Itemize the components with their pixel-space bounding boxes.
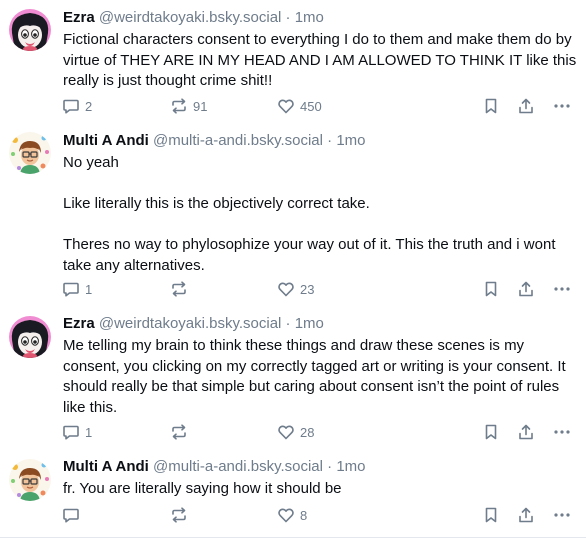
post-header: Multi A Andi @multi-a-andi.bsky.social ·…: [63, 458, 366, 476]
thread-feed: Ezra @weirdtakoyaki.bsky.social · 1mo Fi…: [0, 0, 586, 542]
like-count: 8: [300, 507, 308, 523]
author-handle[interactable]: @weirdtakoyaki.bsky.social: [99, 9, 282, 26]
post-timestamp[interactable]: 1mo: [336, 458, 365, 475]
more-options-button[interactable]: [553, 279, 571, 299]
share-button[interactable]: [517, 96, 535, 116]
post-text: fr. You are literally saying how it shou…: [63, 480, 342, 497]
author-name[interactable]: Ezra: [63, 315, 95, 332]
like-button[interactable]: 8: [277, 505, 307, 525]
post-2[interactable]: Multi A Andi @multi-a-andi.bsky.social ·…: [0, 122, 586, 309]
reply-count: 2: [85, 98, 93, 114]
reply-icon: [62, 423, 80, 441]
like-count: 28: [300, 424, 315, 440]
share-button[interactable]: [517, 279, 535, 299]
author-name[interactable]: Multi A Andi: [63, 458, 149, 475]
share-icon: [517, 97, 535, 115]
share-icon: [517, 506, 535, 524]
post-text: Me telling my brain to think these thing…: [63, 337, 570, 416]
reply-button[interactable]: 2: [62, 96, 92, 116]
separator-dot: ·: [285, 315, 291, 332]
bookmark-icon: [482, 423, 500, 441]
bookmark-icon: [482, 506, 500, 524]
like-count: 450: [300, 98, 322, 114]
reply-icon: [62, 97, 80, 115]
repost-button[interactable]: [170, 279, 193, 299]
post-1[interactable]: Ezra @weirdtakoyaki.bsky.social · 1mo Fi…: [0, 0, 586, 122]
share-button[interactable]: [517, 505, 535, 525]
more-icon: [553, 506, 571, 524]
bookmark-button[interactable]: [482, 279, 500, 299]
post-4[interactable]: Multi A Andi @multi-a-andi.bsky.social ·…: [0, 452, 586, 538]
repost-button[interactable]: 91: [170, 96, 207, 116]
post-actions: 1 23: [62, 279, 586, 299]
like-count: 23: [300, 281, 315, 297]
bookmark-icon: [482, 97, 500, 115]
repost-button[interactable]: [170, 505, 193, 525]
reply-button[interactable]: [62, 505, 85, 525]
repost-button[interactable]: [170, 422, 193, 442]
more-icon: [553, 97, 571, 115]
like-button[interactable]: 450: [277, 96, 322, 116]
avatar-ezra[interactable]: [9, 9, 51, 51]
avatar-multi-a-andi[interactable]: [9, 132, 51, 174]
bookmark-button[interactable]: [482, 422, 500, 442]
more-options-button[interactable]: [553, 505, 571, 525]
repost-icon: [170, 280, 188, 298]
more-icon: [553, 280, 571, 298]
post-actions: 2 91 450: [62, 96, 586, 116]
avatar-ezra[interactable]: [9, 316, 51, 358]
author-handle[interactable]: @multi-a-andi.bsky.social: [153, 458, 323, 475]
author-handle[interactable]: @weirdtakoyaki.bsky.social: [99, 315, 282, 332]
separator-dot: ·: [327, 458, 333, 475]
heart-icon: [277, 97, 295, 115]
author-name[interactable]: Multi A Andi: [63, 132, 149, 149]
more-icon: [553, 423, 571, 441]
post-actions: 1 28: [62, 422, 586, 442]
post-timestamp[interactable]: 1mo: [336, 132, 365, 149]
repost-count: 91: [193, 98, 208, 114]
post-3[interactable]: Ezra @weirdtakoyaki.bsky.social · 1mo Me…: [0, 309, 586, 452]
avatar-multi-a-andi[interactable]: [9, 459, 51, 501]
author-handle[interactable]: @multi-a-andi.bsky.social: [153, 132, 323, 149]
like-button[interactable]: 23: [277, 279, 314, 299]
bookmark-button[interactable]: [482, 505, 500, 525]
heart-icon: [277, 423, 295, 441]
share-icon: [517, 423, 535, 441]
repost-icon: [170, 97, 188, 115]
bookmark-button[interactable]: [482, 96, 500, 116]
share-icon: [517, 280, 535, 298]
separator-dot: ·: [285, 9, 291, 26]
heart-icon: [277, 280, 295, 298]
post-timestamp[interactable]: 1mo: [295, 315, 324, 332]
post-header: Ezra @weirdtakoyaki.bsky.social · 1mo: [63, 315, 324, 333]
reply-count: 1: [85, 424, 93, 440]
post-text: No yeah Like literally this is the objec…: [63, 154, 556, 274]
reply-icon: [62, 280, 80, 298]
repost-icon: [170, 506, 188, 524]
like-button[interactable]: 28: [277, 422, 314, 442]
bookmark-icon: [482, 280, 500, 298]
post-timestamp[interactable]: 1mo: [295, 9, 324, 26]
author-name[interactable]: Ezra: [63, 9, 95, 26]
reply-count: 1: [85, 281, 93, 297]
repost-icon: [170, 423, 188, 441]
post-text: Fictional characters consent to everythi…: [63, 31, 581, 89]
separator-dot: ·: [327, 132, 333, 149]
reply-icon: [62, 506, 80, 524]
more-options-button[interactable]: [553, 422, 571, 442]
post-header: Ezra @weirdtakoyaki.bsky.social · 1mo: [63, 9, 324, 27]
share-button[interactable]: [517, 422, 535, 442]
reply-button[interactable]: 1: [62, 422, 92, 442]
post-actions: 8: [62, 505, 586, 525]
reply-button[interactable]: 1: [62, 279, 92, 299]
post-header: Multi A Andi @multi-a-andi.bsky.social ·…: [63, 132, 366, 150]
heart-icon: [277, 506, 295, 524]
more-options-button[interactable]: [553, 96, 571, 116]
